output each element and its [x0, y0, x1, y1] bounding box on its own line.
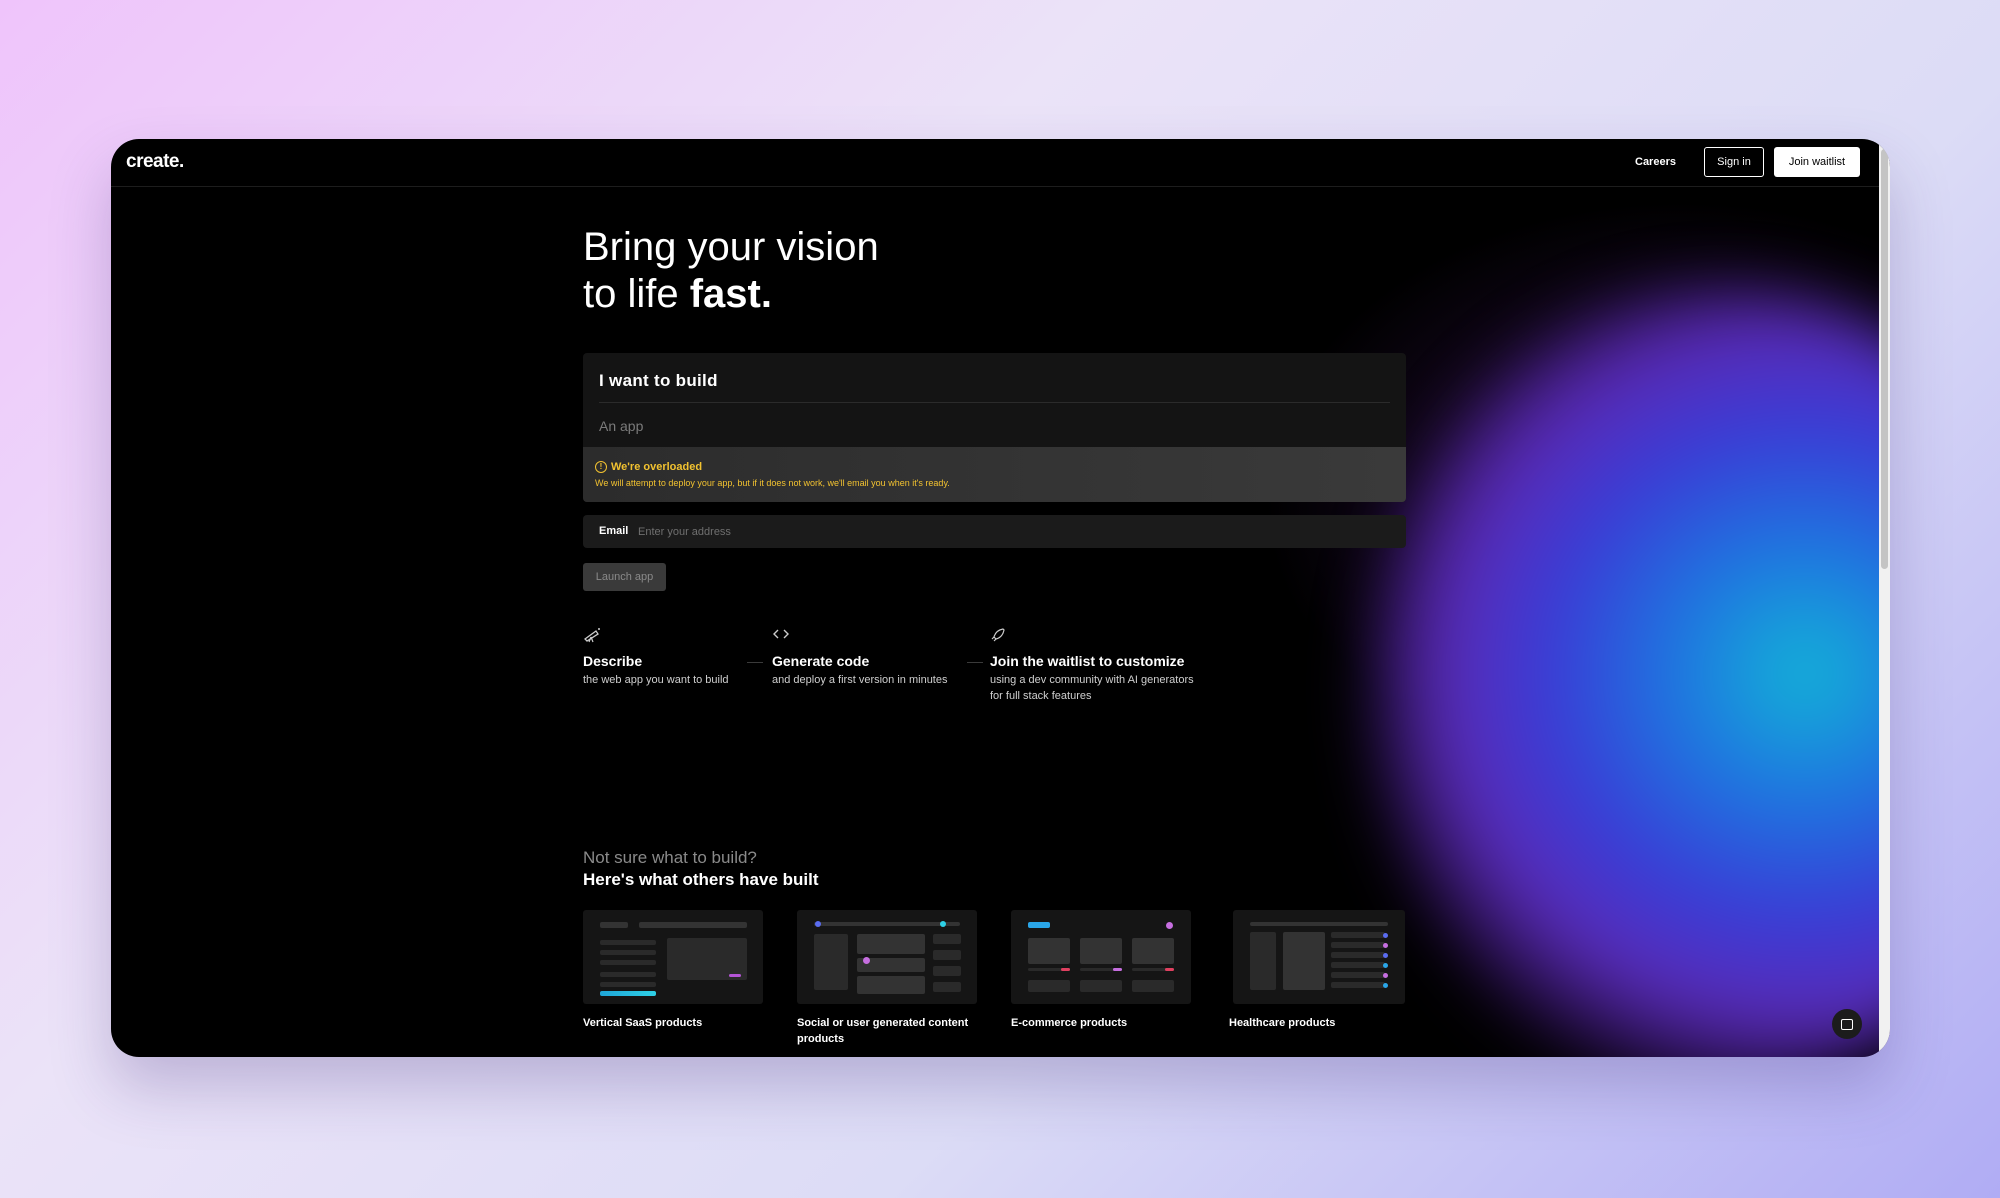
email-row: Email — [583, 515, 1406, 548]
join-waitlist-button[interactable]: Join waitlist — [1774, 147, 1860, 177]
step-title: Join the waitlist to customize — [990, 653, 1185, 669]
examples-heading: Here's what others have built — [583, 870, 819, 889]
hero-line-2-prefix: to life — [583, 272, 690, 316]
sign-in-button[interactable]: Sign in — [1704, 147, 1764, 177]
warning-circle-icon: ! — [595, 461, 607, 473]
step-join-waitlist: Join the waitlist to customize using a d… — [990, 627, 1200, 704]
email-input[interactable] — [638, 521, 1378, 543]
scrollbar[interactable] — [1879, 139, 1890, 1057]
overloaded-warning: ! We're overloaded We will attempt to de… — [583, 447, 1406, 502]
step-desc: the web app you want to build — [583, 674, 729, 686]
telescope-icon — [583, 627, 753, 645]
example-label: Vertical SaaS products — [583, 1017, 703, 1029]
nav-careers-link[interactable]: Careers — [1635, 156, 1676, 168]
email-label: Email — [599, 525, 629, 537]
step-desc: and deploy a first version in minutes — [772, 674, 948, 686]
step-describe: Describe the web app you want to build — [583, 627, 753, 688]
divider — [599, 402, 1390, 403]
hero-line-2-bold: fast. — [689, 272, 772, 316]
rocket-icon — [990, 627, 1200, 645]
example-thumbnail[interactable] — [797, 910, 977, 1004]
step-generate-code: Generate code and deploy a first version… — [772, 627, 982, 688]
build-form-card: I want to build ! We're overloaded We wi… — [583, 353, 1406, 502]
example-label: E-commerce products — [1011, 1017, 1128, 1029]
step-desc: using a dev community with AI generators… — [990, 674, 1194, 702]
warning-title: ! We're overloaded — [595, 461, 702, 473]
hero-headline: Bring your vision to life fast. — [583, 224, 879, 318]
top-navigation: create. Careers Sign in Join waitlist — [111, 139, 1879, 187]
examples-question: Not sure what to build? — [583, 848, 757, 867]
chat-icon — [1841, 1018, 1853, 1030]
build-description-input[interactable] — [599, 413, 1379, 439]
step-connector — [747, 662, 763, 663]
step-connector — [967, 662, 983, 663]
chat-widget-button[interactable] — [1832, 1009, 1862, 1039]
step-title: Generate code — [772, 653, 870, 669]
code-icon — [772, 627, 982, 645]
example-label: Social or user generated content product… — [797, 1017, 969, 1045]
launch-app-button[interactable]: Launch app — [583, 563, 666, 591]
warning-text: We will attempt to deploy your app, but … — [595, 478, 950, 488]
warning-title-text: We're overloaded — [611, 461, 703, 473]
example-card-healthcare[interactable]: Healthcare products — [1229, 910, 1409, 1031]
example-thumbnail[interactable] — [1011, 910, 1191, 1004]
example-card-ecommerce[interactable]: E-commerce products — [1011, 910, 1191, 1031]
main-content: Bring your vision to life fast. I want t… — [111, 139, 1879, 1057]
example-card-vertical-saas[interactable]: Vertical SaaS products — [583, 910, 763, 1031]
logo[interactable]: create. — [126, 151, 184, 173]
example-label: Healthcare products — [1229, 1017, 1336, 1029]
browser-window: create. Careers Sign in Join waitlist Br… — [111, 139, 1890, 1057]
step-title: Describe — [583, 653, 643, 669]
example-thumbnail[interactable] — [1233, 910, 1405, 1004]
example-thumbnail[interactable] — [583, 910, 763, 1004]
build-form-title: I want to build — [599, 371, 718, 390]
scrollbar-thumb[interactable] — [1881, 149, 1888, 569]
hero-line-1: Bring your vision — [583, 225, 879, 269]
example-card-social-ugc[interactable]: Social or user generated content product… — [797, 910, 977, 1047]
